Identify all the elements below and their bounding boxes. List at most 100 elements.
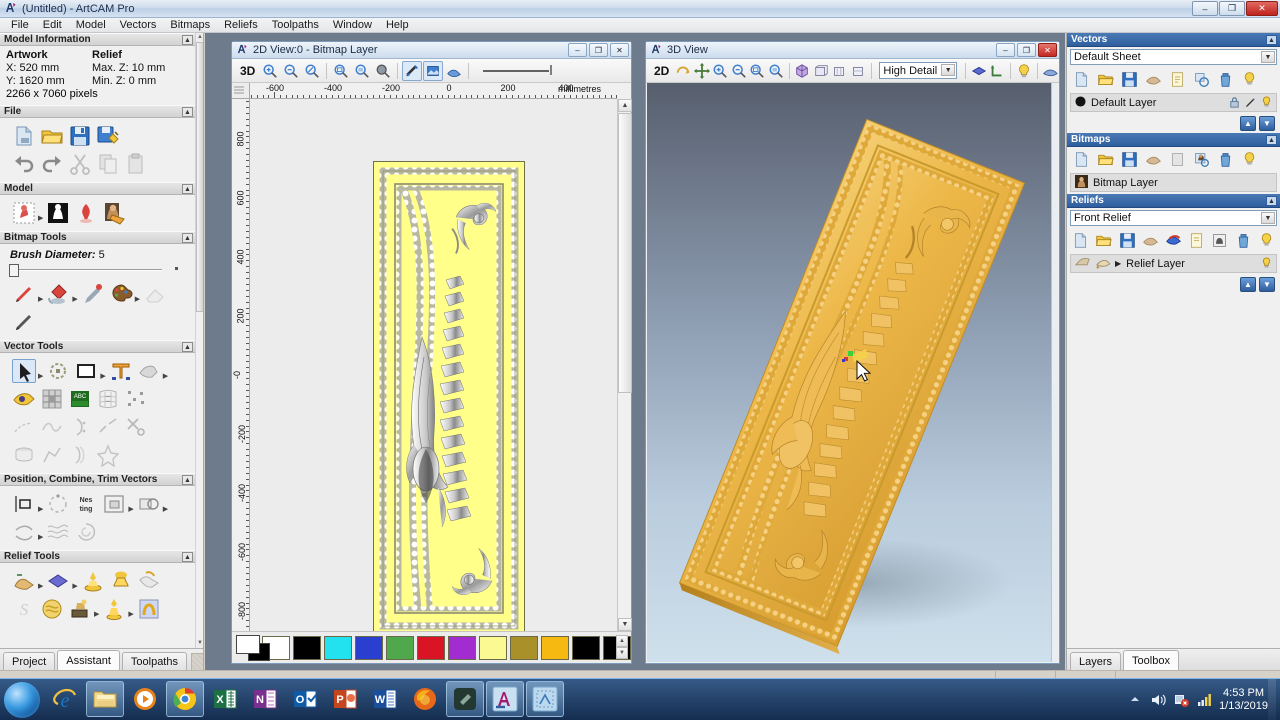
relief-properties-icon[interactable] xyxy=(1186,230,1207,250)
show-hidden-icons-button[interactable] xyxy=(1127,692,1143,708)
primary-color[interactable] xyxy=(236,634,260,654)
tab-toolpaths[interactable]: Toolpaths xyxy=(121,652,187,670)
detail-level-select[interactable]: High Detail ▼ xyxy=(879,62,958,79)
3d-maximize-button[interactable]: ❐ xyxy=(1017,43,1036,57)
menu-vectors[interactable]: Vectors xyxy=(113,18,164,33)
merge-vector-layer-icon[interactable] xyxy=(1142,69,1164,89)
3d-close-button[interactable]: ✕ xyxy=(1038,43,1057,57)
section-reliefs[interactable]: Reliefs ▲ xyxy=(1067,194,1280,208)
new-bitmap-layer-icon[interactable] xyxy=(1070,149,1092,169)
set-model-size-icon[interactable] xyxy=(12,201,36,225)
edit-layer-icon[interactable] xyxy=(1243,95,1258,110)
paint-fill-icon[interactable] xyxy=(46,282,70,306)
relief-stamp-icon[interactable] xyxy=(68,597,92,621)
palette-swatch[interactable] xyxy=(386,635,414,660)
assistant-panel-scrollbar[interactable]: ▲ ▼ xyxy=(195,33,203,648)
top-view-icon[interactable] xyxy=(849,61,867,81)
shape-editor-flyout-arrow[interactable]: ▶ xyxy=(38,582,43,593)
taskbar-item-firefox[interactable] xyxy=(406,681,444,717)
tab-toolbox[interactable]: Toolbox xyxy=(1123,650,1179,670)
chevron-down-icon[interactable]: ▼ xyxy=(941,64,956,76)
zoom-to-fit-icon[interactable] xyxy=(748,61,766,81)
nesting-icon[interactable]: Nes ting xyxy=(74,492,98,516)
delete-vector-layer-icon[interactable] xyxy=(1214,69,1236,89)
block-copy-icon[interactable] xyxy=(46,492,70,516)
ruler-origin-corner[interactable] xyxy=(232,83,250,99)
scroll-thumb[interactable] xyxy=(618,113,632,393)
taskbar-item-excel[interactable]: X xyxy=(206,681,244,717)
section-vector-tools[interactable]: Vector Tools ▲ xyxy=(0,340,196,353)
doctor-flyout-arrow[interactable]: ▶ xyxy=(163,372,168,383)
vector-doctor-icon[interactable] xyxy=(137,359,161,383)
front-view-icon[interactable] xyxy=(812,61,830,81)
relief-wrap-icon[interactable] xyxy=(137,597,161,621)
menu-reliefs[interactable]: Reliefs xyxy=(217,18,265,33)
slider-knob[interactable] xyxy=(9,264,19,277)
taskbar-item-google-chrome[interactable] xyxy=(166,681,204,717)
menu-file[interactable]: File xyxy=(4,18,36,33)
3d-canvas[interactable] xyxy=(647,83,1058,662)
eyedropper-icon[interactable] xyxy=(81,282,105,306)
new-relief-layer-icon[interactable] xyxy=(1070,230,1091,250)
shade-material-icon[interactable] xyxy=(970,61,988,81)
taskbar-item-media-player[interactable] xyxy=(126,681,164,717)
tab-assistant[interactable]: Assistant xyxy=(57,650,120,670)
move-layer-down-icon[interactable]: ▼ xyxy=(1259,116,1275,131)
network-icon[interactable] xyxy=(1196,692,1212,708)
zoom-out-icon[interactable] xyxy=(281,61,301,81)
bitmap-properties-icon[interactable] xyxy=(1166,149,1188,169)
palette-swatch[interactable] xyxy=(448,635,476,660)
select-flyout-arrow[interactable]: ▶ xyxy=(38,372,43,383)
collapse-icon[interactable]: ▲ xyxy=(182,475,193,485)
sculpt-relief-icon[interactable] xyxy=(81,569,105,593)
artwork-artboard[interactable] xyxy=(373,161,525,631)
tab-project[interactable]: Project xyxy=(3,652,56,670)
zoom-previous-icon[interactable] xyxy=(373,61,393,81)
taskbar-item-file-explorer[interactable] xyxy=(86,681,124,717)
minimize-button[interactable]: – xyxy=(1192,1,1218,16)
rectangle-flyout-arrow[interactable]: ▶ xyxy=(100,372,105,383)
show-axes-icon[interactable] xyxy=(989,61,1007,81)
2d-close-button[interactable]: ✕ xyxy=(610,43,629,57)
stamp-flyout-arrow[interactable]: ▶ xyxy=(94,610,99,621)
pan-view-icon[interactable] xyxy=(693,61,711,81)
rotate-view-icon[interactable] xyxy=(674,61,692,81)
weld-flyout-arrow[interactable]: ▶ xyxy=(163,505,168,516)
collapse-icon[interactable]: ▲ xyxy=(1266,35,1277,45)
palette-swatch[interactable] xyxy=(541,635,569,660)
scroll-up-icon[interactable]: ▲ xyxy=(618,99,632,112)
open-vector-layer-icon[interactable] xyxy=(1094,69,1116,89)
select-vector-icon[interactable] xyxy=(12,359,36,383)
menu-model[interactable]: Model xyxy=(69,18,113,33)
menu-bitmaps[interactable]: Bitmaps xyxy=(163,18,217,33)
save-vector-layer-icon[interactable] xyxy=(1118,69,1140,89)
2d-vertical-scrollbar[interactable]: ▲ ▼ xyxy=(617,99,632,631)
paint-pencil-icon[interactable] xyxy=(12,282,36,306)
iso-view-icon[interactable] xyxy=(793,61,811,81)
zoom-to-fit-icon[interactable] xyxy=(331,61,351,81)
action-center-icon[interactable] xyxy=(1173,692,1190,708)
collapse-icon[interactable]: ▲ xyxy=(182,233,193,243)
open-model-icon[interactable] xyxy=(40,124,64,148)
start-button[interactable] xyxy=(4,682,40,718)
2d-canvas[interactable] xyxy=(250,99,617,631)
show-vectors-icon[interactable] xyxy=(402,60,423,81)
scroll-thumb[interactable] xyxy=(196,42,203,312)
section-vectors[interactable]: Vectors ▲ xyxy=(1067,33,1280,47)
section-model-information[interactable]: Model Information ▲ xyxy=(0,33,196,46)
section-model[interactable]: Model ▲ xyxy=(0,182,196,195)
chevron-down-icon[interactable]: ▼ xyxy=(1261,212,1275,224)
collapse-icon[interactable]: ▲ xyxy=(182,184,193,194)
toggle-relief-visibility-icon[interactable] xyxy=(1256,230,1277,250)
pencil-flyout-arrow[interactable]: ▶ xyxy=(38,295,43,306)
menu-help[interactable]: Help xyxy=(379,18,416,33)
mirror-vector-icon[interactable] xyxy=(12,520,36,544)
vertical-ruler[interactable]: 800 600 400 200 -0 -200 -400 -600 -800 xyxy=(232,99,250,631)
create-text-icon[interactable] xyxy=(109,359,133,383)
relief-layer-tools-icon[interactable] xyxy=(137,569,161,593)
delete-bitmap-layer-icon[interactable] xyxy=(1214,149,1236,169)
taskbar-item-powerpoint[interactable]: P xyxy=(326,681,364,717)
relief-extrude-icon[interactable] xyxy=(102,597,126,621)
save-as-model-icon[interactable] xyxy=(96,124,120,148)
relief-add-layer-icon[interactable] xyxy=(1095,256,1111,272)
